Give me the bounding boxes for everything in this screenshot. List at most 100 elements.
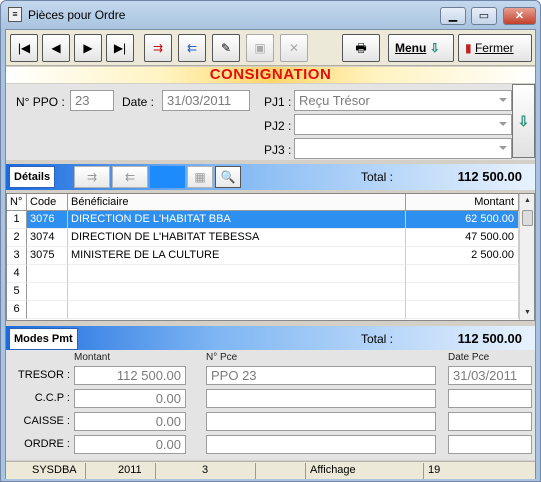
payment-date-field[interactable] [448,435,532,454]
payment-amount-field[interactable]: 0.00 [74,389,186,408]
code-cell[interactable] [27,301,68,319]
code-cell[interactable]: 3075 [27,247,68,265]
title-bar[interactable]: ≡ Pièces pour Ordre ▁ ▭ ✕ [1,1,540,29]
maximize-button[interactable]: ▭ [471,7,497,25]
scroll-thumb[interactable] [522,210,533,226]
payment-piece-number-field[interactable] [206,412,436,431]
tab-details[interactable]: Détails [9,166,56,188]
client-area: |◀ ◀ ▶ ▶| ⇉ ⇇ ✎ ▣ ✕ 🖶 Menu ⇩ ▮ Fermer CO… [5,29,536,479]
cancel-button[interactable]: ✕ [280,34,308,62]
close-form-label: Fermer [474,41,514,55]
row-number-cell[interactable]: 3 [7,247,27,265]
row-number-cell[interactable]: 6 [7,301,27,319]
payment-mode-label: TRESOR : [18,369,70,381]
column-header-beneficiaire[interactable]: Bénéficiaire [68,194,406,211]
insert-record-button[interactable]: ⇉ [144,34,172,62]
row-number-cell[interactable]: 4 [7,265,27,283]
col-montant-header: Montant [74,352,111,363]
montant-cell[interactable]: 62 500.00 [406,211,519,229]
table-row[interactable]: 2 3074 DIRECTION DE L'HABITAT TEBESSA 47 50… [7,229,519,247]
status-year: 2011 [86,463,156,479]
table-row[interactable]: 6 [7,301,519,319]
grid-header: N° Code Bénéficiaire Montant [7,194,519,211]
table-row[interactable]: 3 3075 MINISTERE DE LA CULTURE 2 500.00 [7,247,519,265]
payment-mode-label: C.C.P : [34,392,70,404]
pj1-combo[interactable]: Reçu Trésor [294,90,512,111]
code-cell[interactable] [27,265,68,283]
minimize-button[interactable]: ▁ [440,7,466,25]
payment-piece-number-field[interactable] [206,389,436,408]
beneficiaire-cell[interactable] [68,301,406,319]
payments-total-label: Total : [361,332,394,346]
row-number-cell[interactable]: 2 [7,229,27,247]
payment-amount-field[interactable]: 112 500.00 [74,366,186,385]
payment-amount-field[interactable]: 0.00 [74,435,186,454]
delete-record-button[interactable]: ⇇ [178,34,206,62]
table-row[interactable]: 4 [7,265,519,283]
table-row[interactable]: 5 [7,283,519,301]
payment-amount-field[interactable]: 0.00 [74,412,186,431]
chevron-down-icon [499,122,507,126]
payment-piece-number-field[interactable]: PPO 23 [206,366,436,385]
magnifier-icon: 🔍 [220,170,236,184]
status-user: SYSDBA [6,463,86,479]
beneficiaire-cell[interactable]: MINISTERE DE LA CULTURE [68,247,406,265]
payments-bar: Modes Pmt Total : 112 500.00 [6,326,535,352]
montant-cell[interactable] [406,301,519,319]
code-cell[interactable] [27,283,68,301]
nppo-field[interactable]: 23 [70,90,114,111]
row-number-cell[interactable]: 5 [7,283,27,301]
montant-cell[interactable] [406,265,519,283]
pj2-combo[interactable] [294,114,512,135]
calculator-button[interactable]: ▦ [187,166,213,188]
close-form-button[interactable]: ▮ Fermer [458,34,532,62]
payments-panel: Montant N° Pce Date Pce TRESOR : 112 500.… [6,350,535,460]
details-bar: Détails ⇉ ⇇ ▦ 🔍 Total : 112 500.00 [6,164,535,190]
close-window-button[interactable]: ✕ [503,7,536,25]
last-record-button[interactable]: ▶| [106,34,134,62]
scroll-down-icon[interactable]: ▼ [520,306,535,320]
edit-record-button[interactable]: ✎ [212,34,240,62]
pj1-value: Reçu Trésor [299,93,370,108]
status-count: 3 [156,463,256,479]
beneficiaire-cell[interactable]: DIRECTION DE L'HABITAT BBA [68,211,406,229]
toolbar: |◀ ◀ ▶ ▶| ⇉ ⇇ ✎ ▣ ✕ 🖶 Menu ⇩ ▮ Fermer [6,30,535,66]
scroll-up-icon[interactable]: ▲ [520,194,535,208]
col-npce-header: N° Pce [206,352,238,363]
pj-action-button[interactable]: ⇩ [512,84,535,158]
menu-button[interactable]: Menu ⇩ [388,34,454,62]
column-header-code[interactable]: Code [27,194,68,211]
payment-date-field[interactable] [448,389,532,408]
save-button[interactable]: ▣ [246,34,274,62]
preview-button[interactable]: 🔍 [215,166,241,188]
col-datepce-header: Date Pce [448,352,490,363]
form-banner: CONSIGNATION [6,67,535,83]
table-row[interactable]: 1 3076 DIRECTION DE L'HABITAT BBA 62 500.00 [7,211,519,229]
montant-cell[interactable]: 47 500.00 [406,229,519,247]
pj3-combo[interactable] [294,138,512,159]
montant-cell[interactable]: 2 500.00 [406,247,519,265]
montant-cell[interactable] [406,283,519,301]
payment-date-field[interactable]: 31/03/2011 [448,366,532,385]
beneficiaire-cell[interactable]: DIRECTION DE L'HABITAT TEBESSA [68,229,406,247]
first-record-button[interactable]: |◀ [10,34,38,62]
previous-record-button[interactable]: ◀ [42,34,70,62]
payment-mode-label: CAISSE : [23,415,70,427]
next-record-button[interactable]: ▶ [74,34,102,62]
tab-modes-pmt[interactable]: Modes Pmt [9,328,78,350]
add-detail-button[interactable]: ⇉ [74,166,110,188]
beneficiaire-cell[interactable] [68,265,406,283]
date-field[interactable]: 31/03/2011 [162,90,250,111]
print-button[interactable]: 🖶 [342,34,380,62]
calculator-icon: ▦ [194,170,206,184]
column-header-montant[interactable]: Montant [406,194,519,211]
code-cell[interactable]: 3076 [27,211,68,229]
payment-piece-number-field[interactable] [206,435,436,454]
grid-scrollbar[interactable]: ▲ ▼ [519,194,534,320]
beneficiaire-cell[interactable] [68,283,406,301]
row-number-cell[interactable]: 1 [7,211,27,229]
column-header-num[interactable]: N° [7,194,27,211]
remove-detail-button[interactable]: ⇇ [112,166,148,188]
payment-date-field[interactable] [448,412,532,431]
code-cell[interactable]: 3074 [27,229,68,247]
